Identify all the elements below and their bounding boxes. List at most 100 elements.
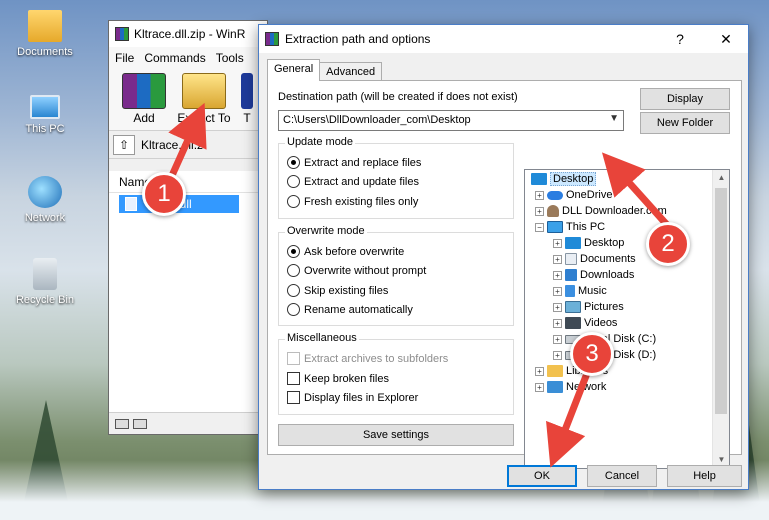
test-button[interactable]: T bbox=[237, 73, 257, 126]
tree-item-pictures[interactable]: + Pictures bbox=[553, 301, 624, 313]
destination-path-combobox[interactable]: C:\Users\DllDownloader_com\Desktop ▼ bbox=[278, 110, 624, 131]
tree-item-music[interactable]: + Music bbox=[553, 285, 607, 297]
desktop-icon-label: Documents bbox=[17, 46, 73, 58]
radio-icon bbox=[287, 195, 300, 208]
scroll-up-icon[interactable]: ▲ bbox=[713, 170, 730, 186]
expand-icon[interactable]: + bbox=[553, 270, 562, 280]
new-folder-button[interactable]: New Folder bbox=[640, 112, 730, 134]
destination-path-value: C:\Users\DllDownloader_com\Desktop bbox=[283, 114, 471, 126]
radio-icon bbox=[287, 245, 300, 258]
desktop-icon-label: This PC bbox=[25, 123, 65, 135]
radio-skip-existing[interactable]: Skip existing files bbox=[287, 284, 388, 297]
desktop-icon-network[interactable]: Network bbox=[4, 176, 86, 224]
tree-item-this-pc[interactable]: − This PC bbox=[535, 221, 605, 233]
menu-commands[interactable]: Commands bbox=[144, 51, 205, 65]
documents-icon bbox=[565, 253, 577, 265]
tree-item-label: Desktop bbox=[584, 237, 625, 249]
music-icon bbox=[565, 285, 575, 297]
network-icon bbox=[547, 381, 563, 393]
chevron-down-icon[interactable]: ▼ bbox=[609, 113, 619, 124]
folder-tree[interactable]: Desktop + OneDrive + DLL Downloader.com … bbox=[524, 169, 730, 469]
radio-overwrite-without-prompt[interactable]: Overwrite without prompt bbox=[287, 264, 426, 277]
desktop-icon-documents[interactable]: Documents bbox=[4, 10, 86, 58]
radio-ask-before-overwrite[interactable]: Ask before overwrite bbox=[287, 245, 404, 258]
help-title-button[interactable]: ? bbox=[657, 25, 703, 53]
tree-item-label: This PC bbox=[566, 221, 606, 233]
tree-item-label: DLL Downloader.com bbox=[562, 205, 667, 217]
tab-general[interactable]: General bbox=[267, 59, 321, 81]
expand-icon[interactable]: + bbox=[553, 350, 562, 360]
pictures-icon bbox=[565, 301, 581, 313]
expand-icon[interactable]: + bbox=[553, 318, 562, 328]
tree-item-label: Documents bbox=[580, 253, 636, 265]
scrollbar-thumb[interactable] bbox=[715, 188, 727, 414]
cancel-button[interactable]: Cancel bbox=[587, 465, 657, 487]
tree-item-pc-desktop[interactable]: + Desktop bbox=[553, 237, 624, 249]
save-settings-button[interactable]: Save settings bbox=[278, 424, 514, 446]
checkbox-extract-to-subfolders: Extract archives to subfolders bbox=[287, 352, 448, 365]
tree-item-label: Music bbox=[578, 285, 607, 297]
tree-item-network[interactable]: + Network bbox=[535, 381, 606, 393]
tree-scrollbar[interactable]: ▲ ▼ bbox=[712, 170, 729, 468]
expand-icon[interactable]: + bbox=[553, 286, 562, 296]
tab-advanced[interactable]: Advanced bbox=[319, 62, 383, 82]
radio-fresh-existing[interactable]: Fresh existing files only bbox=[287, 195, 418, 208]
tree-item-user[interactable]: + DLL Downloader.com bbox=[535, 205, 667, 217]
menu-tools[interactable]: Tools bbox=[216, 51, 244, 65]
expand-icon[interactable]: + bbox=[553, 238, 562, 248]
up-folder-button[interactable]: ⇧ bbox=[113, 134, 135, 155]
miscellaneous-group: Miscellaneous Extract archives to subfol… bbox=[278, 332, 514, 415]
desktop-icon-recycle-bin[interactable]: Recycle Bin bbox=[4, 258, 86, 306]
add-button[interactable]: Add bbox=[117, 73, 171, 126]
expand-icon[interactable]: + bbox=[535, 190, 544, 200]
expand-icon[interactable]: + bbox=[553, 334, 562, 344]
add-button-label: Add bbox=[133, 111, 155, 125]
close-button[interactable]: ✕ bbox=[703, 25, 749, 53]
recycle-bin-icon bbox=[33, 258, 57, 290]
checkbox-label: Extract archives to subfolders bbox=[304, 352, 449, 365]
step-2-badge: 2 bbox=[646, 222, 690, 266]
desktop-icon-this-pc[interactable]: This PC bbox=[4, 95, 86, 135]
folder-icon bbox=[28, 10, 62, 42]
winrar-window: Kltrace.dll.zip - WinR File Commands Too… bbox=[108, 20, 268, 435]
radio-label: Extract and replace files bbox=[304, 156, 422, 169]
dialog-tabs: General Advanced bbox=[267, 59, 383, 82]
menu-file[interactable]: File bbox=[115, 51, 134, 65]
tree-item-documents[interactable]: + Documents bbox=[553, 253, 636, 265]
help-button[interactable]: Help bbox=[667, 465, 742, 487]
checkbox-icon bbox=[287, 352, 300, 365]
key-icon bbox=[133, 418, 147, 429]
winrar-menubar: File Commands Tools bbox=[109, 47, 267, 69]
checkbox-keep-broken-files[interactable]: Keep broken files bbox=[287, 372, 389, 385]
downloads-icon bbox=[565, 269, 577, 281]
column-header-name[interactable]: Name bbox=[109, 171, 267, 193]
add-archive-icon bbox=[122, 73, 166, 109]
radio-rename-automatically[interactable]: Rename automatically bbox=[287, 303, 413, 316]
tree-item-downloads[interactable]: + Downloads bbox=[553, 269, 634, 281]
winrar-titlebar[interactable]: Kltrace.dll.zip - WinR bbox=[109, 21, 267, 47]
extract-to-button[interactable]: Extract To bbox=[177, 73, 231, 126]
network-icon bbox=[28, 176, 62, 208]
overwrite-mode-title: Overwrite mode bbox=[285, 225, 367, 237]
checkbox-label: Keep broken files bbox=[304, 372, 389, 385]
expand-icon[interactable]: + bbox=[535, 206, 544, 216]
collapse-icon[interactable]: − bbox=[535, 222, 544, 232]
radio-label: Ask before overwrite bbox=[304, 245, 405, 258]
tree-item-videos[interactable]: + Videos bbox=[553, 317, 617, 329]
file-icon bbox=[125, 197, 137, 211]
extract-to-label: Extract To bbox=[177, 111, 231, 125]
tree-item-desktop[interactable]: Desktop bbox=[531, 172, 597, 186]
ok-button[interactable]: OK bbox=[507, 465, 577, 487]
extract-icon bbox=[182, 73, 226, 109]
checkbox-display-in-explorer[interactable]: Display files in Explorer bbox=[287, 391, 418, 404]
radio-label: Extract and update files bbox=[304, 175, 419, 188]
display-button[interactable]: Display bbox=[640, 88, 730, 110]
tree-item-onedrive[interactable]: + OneDrive bbox=[535, 189, 612, 201]
expand-icon[interactable]: + bbox=[553, 254, 562, 264]
expand-icon[interactable]: + bbox=[535, 366, 544, 376]
expand-icon[interactable]: + bbox=[553, 302, 562, 312]
expand-icon[interactable]: + bbox=[535, 382, 544, 392]
overwrite-mode-group: Overwrite mode Ask before overwrite Over… bbox=[278, 225, 514, 326]
radio-extract-replace[interactable]: Extract and replace files bbox=[287, 156, 421, 169]
radio-extract-update[interactable]: Extract and update files bbox=[287, 175, 419, 188]
